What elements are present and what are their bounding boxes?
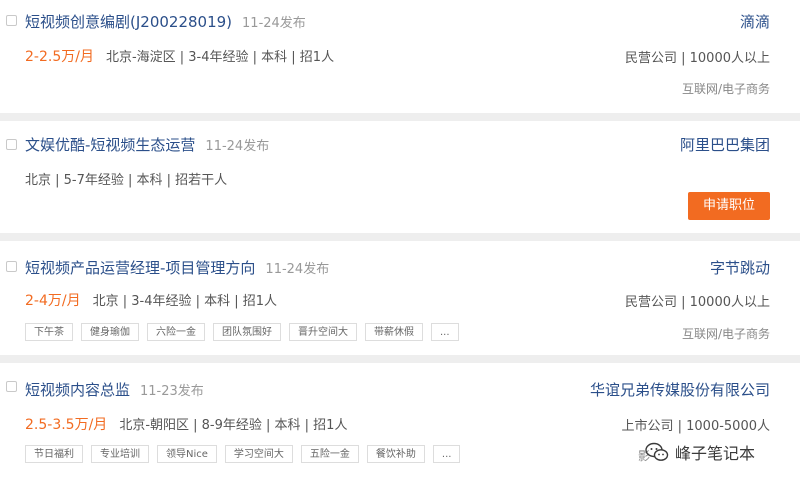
select-checkbox[interactable] <box>6 139 17 150</box>
post-date: 11-24发布 <box>205 139 270 154</box>
post-date: 11-23发布 <box>140 384 204 399</box>
welfare-tag: 五险一金 <box>300 445 359 463</box>
apply-job-button[interactable]: 申请职位 <box>688 192 770 220</box>
welfare-tags: 下午茶 健身瑜伽 六险一金 团队氛围好 晋升空间大 带薪休假 ... <box>25 323 459 341</box>
industry: 互联网/电子商务 <box>681 327 770 341</box>
select-checkbox[interactable] <box>6 15 17 26</box>
welfare-tag: 带薪休假 <box>365 323 423 341</box>
welfare-tag: 节日福利 <box>25 445 83 463</box>
salary: 2-2.5万/月 <box>25 49 94 65</box>
company-meta: 民营公司 | 10000人以上 <box>625 295 770 310</box>
salary: 2-4万/月 <box>25 293 81 309</box>
post-date: 11-24发布 <box>242 16 306 31</box>
job-title-link[interactable]: 短视频创意编剧(J200228019) <box>25 11 232 32</box>
welfare-tags: 节日福利 专业培训 领导Nice 学习空间大 五险一金 餐饮补助 ... <box>25 445 461 463</box>
watermark-text: 峰子笔记本 <box>675 444 756 463</box>
watermark: 峰子笔记本 <box>645 440 755 464</box>
more-tags-button[interactable]: ... <box>432 445 461 463</box>
company-meta: 民营公司 | 10000人以上 <box>625 51 770 66</box>
welfare-tag: 专业培训 <box>91 445 149 463</box>
welfare-tag: 六险一金 <box>147 323 205 341</box>
select-checkbox[interactable] <box>6 261 17 272</box>
salary: 2.5-3.5万/月 <box>25 417 108 433</box>
job-card[interactable]: 短视频产品运营经理-项目管理方向 11-24发布 字节跳动 2-4万/月 北京 … <box>0 241 800 355</box>
welfare-tag: 领导Nice <box>157 445 217 463</box>
more-tags-button[interactable]: ... <box>431 323 459 341</box>
welfare-tag: 团队氛围好 <box>213 323 281 341</box>
job-title-link[interactable]: 短视频内容总监 <box>25 379 130 400</box>
welfare-tag: 学习空间大 <box>224 445 293 463</box>
industry: 互联网/电子商务 <box>681 82 770 96</box>
job-title-link[interactable]: 文娱优酷-短视频生态运营 <box>25 134 195 155</box>
post-date: 11-24发布 <box>265 262 330 277</box>
select-checkbox[interactable] <box>6 381 17 392</box>
job-title-link[interactable]: 短视频产品运营经理-项目管理方向 <box>25 257 255 278</box>
welfare-tag: 健身瑜伽 <box>81 323 139 341</box>
company-link[interactable]: 华谊兄弟传媒股份有限公司 <box>590 379 770 400</box>
company-link[interactable]: 字节跳动 <box>710 257 770 278</box>
welfare-tag: 餐饮补助 <box>366 445 425 463</box>
job-meta: 北京-朝阳区 | 8-9年经验 | 本科 | 招1人 <box>119 418 348 433</box>
job-card[interactable]: 文娱优酷-短视频生态运营 11-24发布 阿里巴巴集团 北京 | 5-7年经验 … <box>0 121 800 233</box>
wechat-icon <box>645 442 669 461</box>
job-meta: 北京-海淀区 | 3-4年经验 | 本科 | 招1人 <box>105 50 335 65</box>
job-card[interactable]: 短视频创意编剧(J200228019) 11-24发布 滴滴 2-2.5万/月 … <box>0 0 800 113</box>
job-card[interactable]: 短视频内容总监 11-23发布 华谊兄弟传媒股份有限公司 2.5-3.5万/月 … <box>0 363 800 490</box>
company-link[interactable]: 阿里巴巴集团 <box>680 134 770 155</box>
company-meta: 上市公司 | 1000-5000人 <box>621 419 770 434</box>
job-meta: 北京 | 3-4年经验 | 本科 | 招1人 <box>92 294 278 309</box>
company-link[interactable]: 滴滴 <box>740 11 770 32</box>
job-meta: 北京 | 5-7年经验 | 本科 | 招若干人 <box>25 173 228 188</box>
welfare-tag: 下午茶 <box>25 323 73 341</box>
welfare-tag: 晋升空间大 <box>289 323 357 341</box>
